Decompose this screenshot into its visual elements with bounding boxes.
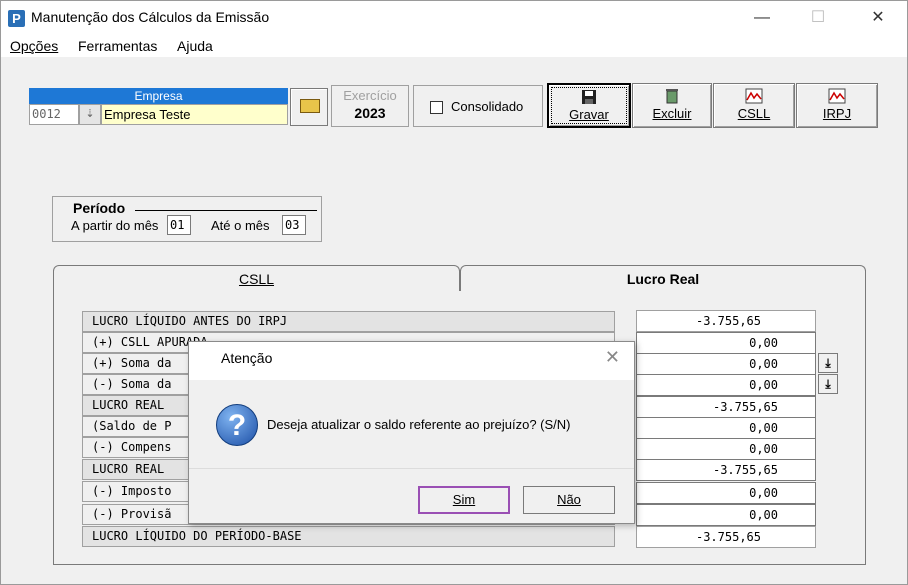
maximize-button[interactable]: ☐	[795, 1, 841, 35]
menu-ferramentas-label: Ferramentas	[78, 38, 158, 54]
row-value[interactable]: 0,00	[636, 374, 816, 396]
csll-button[interactable]: CSLL	[713, 83, 795, 128]
folder-icon	[300, 99, 320, 113]
dialog-title: Atenção	[221, 350, 273, 366]
window-title: Manutenção dos Cálculos da Emissão	[31, 9, 270, 25]
menu-ajuda-label: Ajuda	[177, 38, 213, 54]
to-month-label: Até o mês	[211, 218, 270, 233]
gravar-label: Gravar	[569, 107, 609, 122]
close-button[interactable]: ✕	[855, 1, 901, 35]
trash-icon	[666, 89, 678, 104]
tab-csll-label: CSLL	[238, 271, 275, 287]
question-icon: ?	[216, 404, 258, 446]
download-arrow-icon[interactable]: ⤓	[818, 353, 838, 373]
row-value[interactable]: 0,00	[636, 353, 816, 375]
periodo-group: Período A partir do mês 01 Até o mês 03	[52, 196, 322, 242]
excluir-button[interactable]: Excluir	[632, 83, 712, 128]
save-icon	[582, 90, 596, 104]
periodo-divider	[135, 210, 317, 211]
from-month-input[interactable]: 01	[167, 215, 191, 235]
row-value: -3.755,65	[636, 526, 816, 548]
empresa-name-field[interactable]: Empresa Teste	[101, 104, 288, 125]
to-month-input[interactable]: 03	[282, 215, 306, 235]
irpj-chart-icon	[828, 88, 846, 104]
row-value[interactable]: 0,00	[636, 482, 816, 504]
menu-ajuda[interactable]: Ajuda	[177, 38, 213, 54]
consolidado-label: Consolidado	[451, 99, 524, 114]
dialog-close-icon[interactable]: ✕	[605, 347, 620, 368]
consolidado-box: Consolidado	[413, 85, 543, 127]
minimize-button[interactable]: —	[739, 1, 785, 35]
row-label: LUCRO LÍQUIDO DO PERÍODO-BASE	[82, 526, 615, 547]
exercicio-label: Exercício	[343, 88, 397, 103]
empresa-header: Empresa	[29, 88, 288, 104]
row-value: -3.755,65	[636, 459, 816, 481]
empresa-code-field[interactable]: 0012	[29, 104, 79, 125]
dialog-footer: Sim Não	[189, 468, 634, 523]
row-value[interactable]: 0,00	[636, 504, 816, 526]
yes-label: Sim	[452, 492, 476, 507]
csll-chart-icon	[745, 88, 763, 104]
tab-csll[interactable]: CSLL	[53, 265, 460, 292]
dialog-message: Deseja atualizar o saldo referente ao pr…	[267, 417, 571, 432]
empresa-dropdown-icon[interactable]: ⇣	[79, 104, 101, 125]
exercicio-value: 2023	[354, 105, 386, 121]
menu-opcoes[interactable]: Opções	[10, 38, 58, 54]
main-window: P Manutenção dos Cálculos da Emissão — ☐…	[0, 0, 908, 585]
confirm-dialog: Atenção ✕ ? Deseja atualizar o saldo ref…	[188, 341, 635, 524]
download-arrow-icon[interactable]: ⤓	[818, 374, 838, 394]
no-button[interactable]: Não	[523, 486, 615, 514]
dialog-body: ? Deseja atualizar o saldo referente ao …	[189, 380, 634, 468]
periodo-title: Período	[73, 200, 126, 216]
gravar-button[interactable]: Gravar	[547, 83, 631, 128]
row-value: -3.755,65	[636, 310, 816, 332]
irpj-button[interactable]: IRPJ	[796, 83, 878, 128]
tab-lucro-real[interactable]: Lucro Real	[460, 265, 866, 292]
yes-button[interactable]: Sim	[418, 486, 510, 514]
row-label: LUCRO LÍQUIDO ANTES DO IRPJ	[82, 311, 615, 332]
csll-label: CSLL	[737, 106, 771, 121]
menu-opcoes-label: Opções	[10, 38, 59, 54]
irpj-label: IRPJ	[822, 106, 852, 121]
tab-lucro-real-label: Lucro Real	[626, 271, 700, 287]
row-value[interactable]: 0,00	[636, 417, 816, 439]
open-folder-button[interactable]	[290, 88, 328, 126]
title-bar: P Manutenção dos Cálculos da Emissão — ☐…	[1, 1, 907, 35]
from-month-label: A partir do mês	[71, 218, 159, 233]
row-value: -3.755,65	[636, 396, 816, 418]
app-icon: P	[8, 10, 25, 27]
excluir-label: Excluir	[652, 106, 692, 121]
menu-ferramentas[interactable]: Ferramentas	[78, 38, 157, 54]
exercicio-box: Exercício 2023	[331, 85, 409, 127]
no-label: Não	[557, 492, 581, 507]
row-value[interactable]: 0,00	[636, 332, 816, 354]
row-value[interactable]: 0,00	[636, 438, 816, 460]
consolidado-checkbox[interactable]	[430, 101, 443, 114]
menu-bar: Opções Ferramentas Ajuda	[1, 35, 907, 57]
